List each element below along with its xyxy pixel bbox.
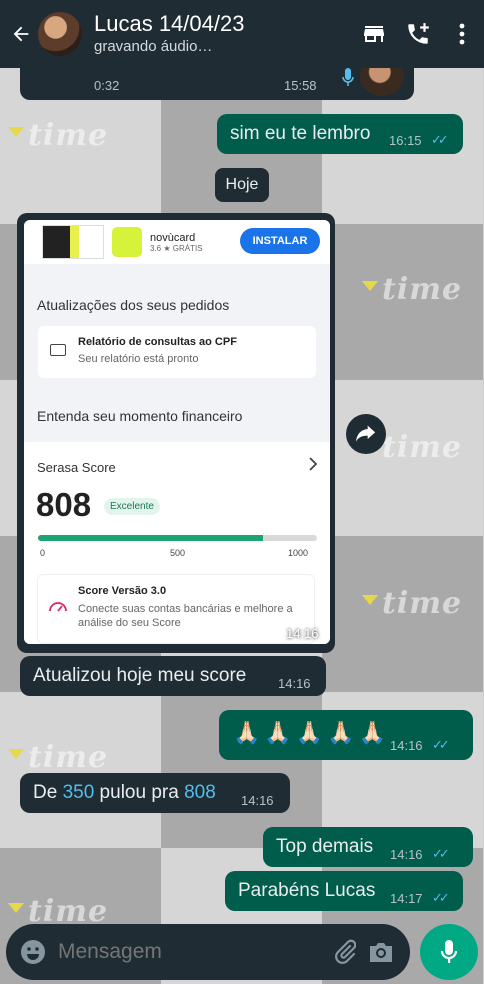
camera-icon[interactable] bbox=[360, 932, 402, 972]
message-bubble-outgoing[interactable]: Parabéns Lucas 14:17 ✓✓ bbox=[225, 871, 463, 911]
ad-image bbox=[42, 225, 104, 259]
message-time: 14:16 bbox=[278, 676, 311, 691]
more-options-icon[interactable] bbox=[440, 0, 484, 68]
number-link[interactable]: 350 bbox=[63, 782, 95, 803]
message-text: sim eu te lembro bbox=[230, 123, 371, 144]
financial-heading: Entenda seu momento financeiro bbox=[37, 408, 243, 424]
emoji-icon[interactable] bbox=[20, 938, 46, 966]
forward-icon bbox=[356, 425, 376, 442]
message-time: 14:16 bbox=[241, 793, 274, 808]
add-call-icon[interactable] bbox=[396, 0, 440, 68]
image-message[interactable]: novùcard 3.6 ★ GRÁTIS INSTALAR Atualizaç… bbox=[24, 220, 330, 644]
score-panel: Serasa Score 808 Excelente 0 500 1000 Sc… bbox=[24, 442, 330, 644]
wallpaper-logo: time bbox=[8, 740, 108, 775]
message-input-bar bbox=[6, 924, 410, 980]
wallpaper-logo: time bbox=[8, 118, 108, 153]
install-button: INSTALAR bbox=[240, 228, 320, 254]
forward-button[interactable] bbox=[346, 414, 386, 454]
report-icon bbox=[50, 344, 66, 356]
message-text: Atualizou hoje meu score bbox=[33, 665, 247, 686]
score-value: 808 bbox=[36, 486, 92, 523]
message-input[interactable] bbox=[58, 940, 329, 964]
contact-name: Lucas 14/04/23 bbox=[94, 11, 245, 36]
ad-rating: 3.6 ★ bbox=[150, 243, 171, 253]
message-text: 🙏🏻🙏🏻🙏🏻🙏🏻🙏🏻 bbox=[233, 720, 390, 745]
mic-icon bbox=[342, 68, 354, 93]
image-time: 14:16 bbox=[286, 626, 319, 641]
report-card: Relatório de consultas ao CPF Seu relató… bbox=[38, 326, 316, 378]
message-bubble-outgoing[interactable]: Top demais 14:16 ✓✓ bbox=[263, 827, 473, 867]
wallpaper-logo: time bbox=[362, 272, 462, 307]
number-link[interactable]: 808 bbox=[184, 782, 216, 803]
attach-icon[interactable] bbox=[329, 932, 360, 972]
mic-icon bbox=[440, 940, 458, 963]
back-arrow-icon[interactable] bbox=[4, 0, 38, 68]
message-bubble-incoming[interactable]: De 350 pulou pra 808 14:16 bbox=[20, 773, 290, 813]
version-subtitle: Conecte suas contas bancárias e melhore … bbox=[78, 603, 293, 629]
score-title: Serasa Score bbox=[37, 460, 116, 475]
version-title: Score Versão 3.0 bbox=[78, 585, 167, 597]
message-time: 14:17 bbox=[390, 891, 423, 906]
voice-duration: 0:32 bbox=[94, 78, 120, 93]
read-receipt-icon: ✓✓ bbox=[432, 737, 450, 752]
chat-header: Lucas 14/04/23 gravando áudio… bbox=[0, 0, 484, 68]
scale-max: 1000 bbox=[288, 548, 309, 558]
message-time: 14:16 bbox=[390, 738, 423, 753]
message-bubble-outgoing[interactable]: sim eu te lembro 16:15 ✓✓ bbox=[217, 114, 463, 154]
contact-avatar[interactable] bbox=[38, 12, 82, 56]
message-text: De 350 pulou pra 808 bbox=[33, 782, 216, 803]
read-receipt-icon: ✓✓ bbox=[432, 846, 450, 861]
report-subtitle: Seu relatório está pronto bbox=[78, 353, 199, 365]
gauge-icon bbox=[48, 597, 68, 618]
ad-banner: novùcard 3.6 ★ GRÁTIS INSTALAR bbox=[24, 220, 330, 264]
scale-mid: 500 bbox=[170, 548, 186, 558]
ad-app-name: novùcard bbox=[150, 231, 196, 244]
message-bubble-incoming[interactable]: Atualizou hoje meu score 14:16 bbox=[20, 656, 326, 696]
store-icon[interactable] bbox=[352, 0, 396, 68]
score-progress-fill bbox=[38, 535, 264, 541]
message-text: Top demais bbox=[276, 836, 374, 857]
message-time: 14:16 bbox=[390, 847, 423, 862]
contact-status: gravando áudio… bbox=[94, 38, 213, 55]
message-text: Parabéns Lucas bbox=[238, 880, 376, 901]
score-label-badge: Excelente bbox=[104, 498, 160, 515]
wallpaper-logo: time bbox=[362, 586, 462, 621]
score-version-card: Score Versão 3.0 Conecte suas contas ban… bbox=[37, 574, 315, 644]
orders-heading: Atualizações dos seus pedidos bbox=[37, 297, 230, 313]
ad-price: GRÁTIS bbox=[172, 243, 203, 253]
scale-min: 0 bbox=[40, 548, 46, 558]
chevron-right-icon bbox=[308, 456, 318, 477]
read-receipt-icon: ✓✓ bbox=[432, 890, 450, 905]
message-bubble-outgoing[interactable]: 🙏🏻🙏🏻🙏🏻🙏🏻🙏🏻 14:16 ✓✓ bbox=[219, 710, 473, 760]
app-logo bbox=[112, 227, 142, 257]
voice-record-button[interactable] bbox=[420, 924, 478, 980]
read-receipt-icon: ✓✓ bbox=[431, 132, 449, 147]
message-time: 16:15 bbox=[389, 133, 422, 148]
score-progress-bar bbox=[38, 535, 317, 541]
date-divider: Hoje bbox=[215, 168, 269, 202]
report-title: Relatório de consultas ao CPF bbox=[78, 336, 237, 348]
contact-info[interactable]: Lucas 14/04/23 gravando áudio… bbox=[94, 11, 352, 57]
voice-time: 15:58 bbox=[284, 78, 317, 93]
